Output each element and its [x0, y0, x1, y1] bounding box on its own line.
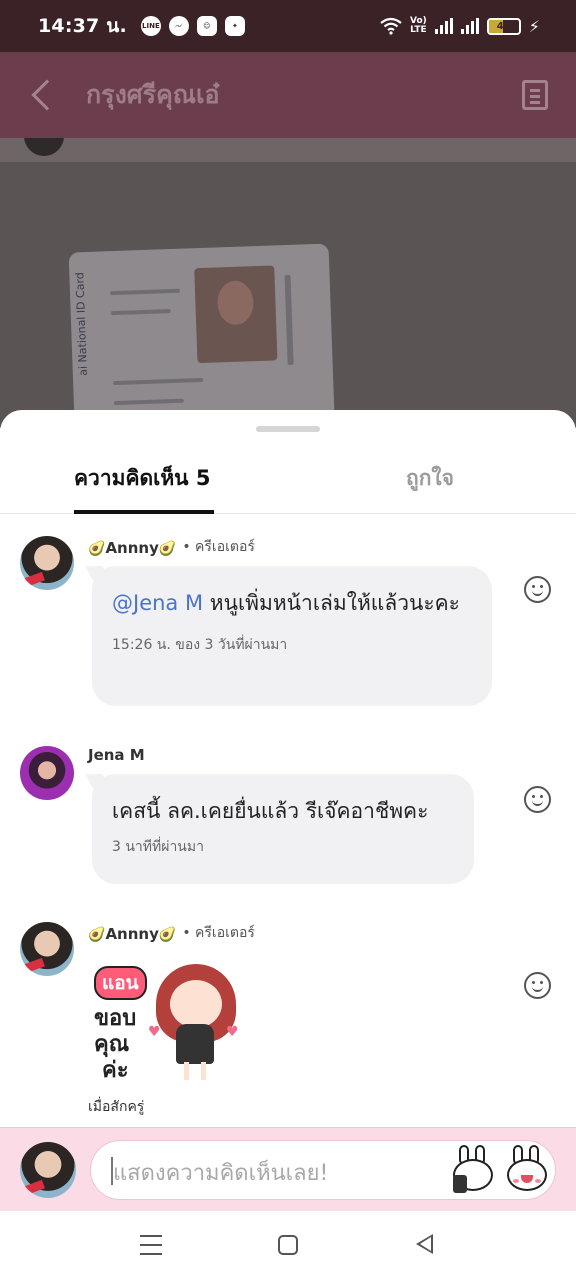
tab-bar: ความคิดเห็น 5 ถูกใจ [0, 450, 576, 514]
app-notification-icon: ☺ [196, 16, 217, 36]
id-card-line [109, 288, 181, 296]
post-author-avatar [24, 138, 64, 156]
id-card-line [113, 398, 184, 406]
comment-body: หนูเพิ่มหน้าเล่มให้แล้วนะคะ [203, 591, 460, 615]
avatar[interactable] [20, 746, 74, 800]
bunny-blush [513, 1179, 519, 1183]
page-title: กรุงศรีคุณเอ๋ [86, 80, 220, 109]
line-app-icon: LINE [140, 16, 161, 36]
phone-prop [453, 1175, 467, 1193]
signal-icon-2 [460, 18, 479, 34]
avocado-emoji: 🥑 [158, 926, 177, 943]
volte-indicator: Vo) LTE [410, 17, 427, 35]
sticker-character: ♥ ♥ [148, 960, 240, 1084]
comment-author[interactable]: 🥑Annny🥑 [88, 924, 176, 943]
document-icon[interactable] [522, 80, 548, 110]
battery-icon: 46 [486, 17, 521, 35]
sticker-text: ค่ะ [102, 1058, 129, 1083]
app-notification-icon-2: ✦ [224, 16, 245, 36]
mention-link[interactable]: @Jena M [112, 591, 203, 615]
smiley-icon[interactable] [524, 972, 551, 999]
id-card-line [113, 377, 204, 386]
status-time: 14:37 น. [38, 15, 127, 37]
app-header: กรุงศรีคุณเอ๋ [0, 52, 576, 138]
battery-level: 46 [496, 20, 511, 32]
avocado-emoji: 🥑 [158, 540, 177, 557]
avatar[interactable] [20, 536, 74, 590]
avatar[interactable] [20, 922, 74, 976]
comment-author-name: Annny [105, 924, 159, 943]
status-bar: 14:37 น. LINE ☺ ✦ Vo) LTE 46 ⚡ [0, 0, 576, 52]
notification-icons: LINE ☺ ✦ [140, 16, 245, 36]
sticker-cony-phone-icon[interactable] [447, 1145, 497, 1195]
signal-icon [434, 18, 453, 34]
post-image-area: ai National ID Card [0, 138, 576, 428]
comment-author-row: 🥑Annny🥑 • ครีเอเตอร์ [88, 922, 255, 944]
tab-comments[interactable]: ความคิดเห็น 5 [74, 462, 210, 495]
sticker-face [170, 980, 222, 1028]
comment-input[interactable]: แสดงความคิดเห็นเลย! [90, 1140, 556, 1200]
comments-sheet: ความคิดเห็น 5 ถูกใจ 🥑Annny🥑 • ครีเอเตอร์… [0, 410, 576, 1210]
comment-bubble: @Jena M หนูเพิ่มหน้าเล่มให้แล้วนะคะ 15:2… [92, 566, 492, 706]
comment-author-row: Jena M [88, 746, 145, 764]
bunny-blush [535, 1179, 541, 1183]
nav-back-icon[interactable] [416, 1234, 433, 1254]
comment-bubble: เคสนี้ ลค.เคยยื่นแล้ว รีเจ๊คอาชีพคะ 3 นา… [92, 774, 474, 884]
system-nav-bar [0, 1211, 576, 1280]
charging-icon: ⚡ [528, 16, 540, 36]
comment-author-name: Annny [105, 538, 159, 557]
tab-likes[interactable]: ถูกใจ [406, 462, 454, 495]
heart-icon: ♥ [148, 1024, 161, 1040]
post-author-strip [0, 138, 576, 162]
id-card-image: ai National ID Card [68, 243, 336, 428]
avocado-emoji: 🥑 [88, 926, 106, 943]
wifi-icon [380, 17, 402, 35]
creator-badge: • ครีเอเตอร์ [182, 539, 255, 555]
sticker-legs [184, 1062, 206, 1080]
menu-icon[interactable] [140, 1235, 162, 1255]
sticker-body [176, 1024, 214, 1064]
comment-input-bar: แสดงความคิดเห็นเลย! [0, 1127, 576, 1211]
creator-badge: • ครีเอเตอร์ [182, 925, 255, 941]
home-icon[interactable] [278, 1235, 298, 1255]
smiley-icon[interactable] [524, 576, 551, 603]
id-card-line [110, 309, 171, 316]
id-card-photo [194, 265, 278, 364]
tab-active-indicator [74, 510, 214, 514]
comment-author-row: 🥑Annny🥑 • ครีเอเตอร์ [88, 536, 255, 558]
sheet-drag-handle[interactable] [256, 426, 320, 432]
comment-timestamp: 15:26 น. ของ 3 วันที่ผ่านมา [112, 637, 288, 653]
comment-text: @Jena M หนูเพิ่มหน้าเล่มให้แล้วนะคะ [112, 586, 472, 620]
id-card-line [284, 274, 294, 366]
comment-timestamp: 3 นาทีที่ผ่านมา [112, 839, 204, 855]
volte-bottom: LTE [410, 25, 427, 35]
heart-icon: ♥ [226, 1024, 239, 1040]
comment-author-name[interactable]: Jena M [88, 746, 145, 764]
sticker-image[interactable]: แอน ขอบ คุณ ค่ะ ♥ ♥ [88, 960, 248, 1092]
sticker-badge-text: แอน [94, 966, 147, 1000]
comment-input-placeholder: แสดงความคิดเห็นเลย! [113, 1161, 329, 1186]
back-icon[interactable] [31, 79, 63, 111]
smiley-icon[interactable] [524, 786, 551, 813]
id-card-text: ai National ID Card [73, 271, 90, 376]
comment-body: เคสนี้ ลค.เคยยื่นแล้ว รีเจ๊คอาชีพคะ [112, 799, 429, 823]
sticker-cony-icon[interactable] [501, 1145, 551, 1195]
my-avatar [20, 1142, 76, 1198]
avocado-emoji: 🥑 [88, 540, 106, 557]
comment-timestamp: เมื่อสักครู่ [88, 1099, 145, 1115]
comment-author[interactable]: 🥑Annny🥑 [88, 538, 176, 557]
messenger-icon [168, 16, 189, 36]
